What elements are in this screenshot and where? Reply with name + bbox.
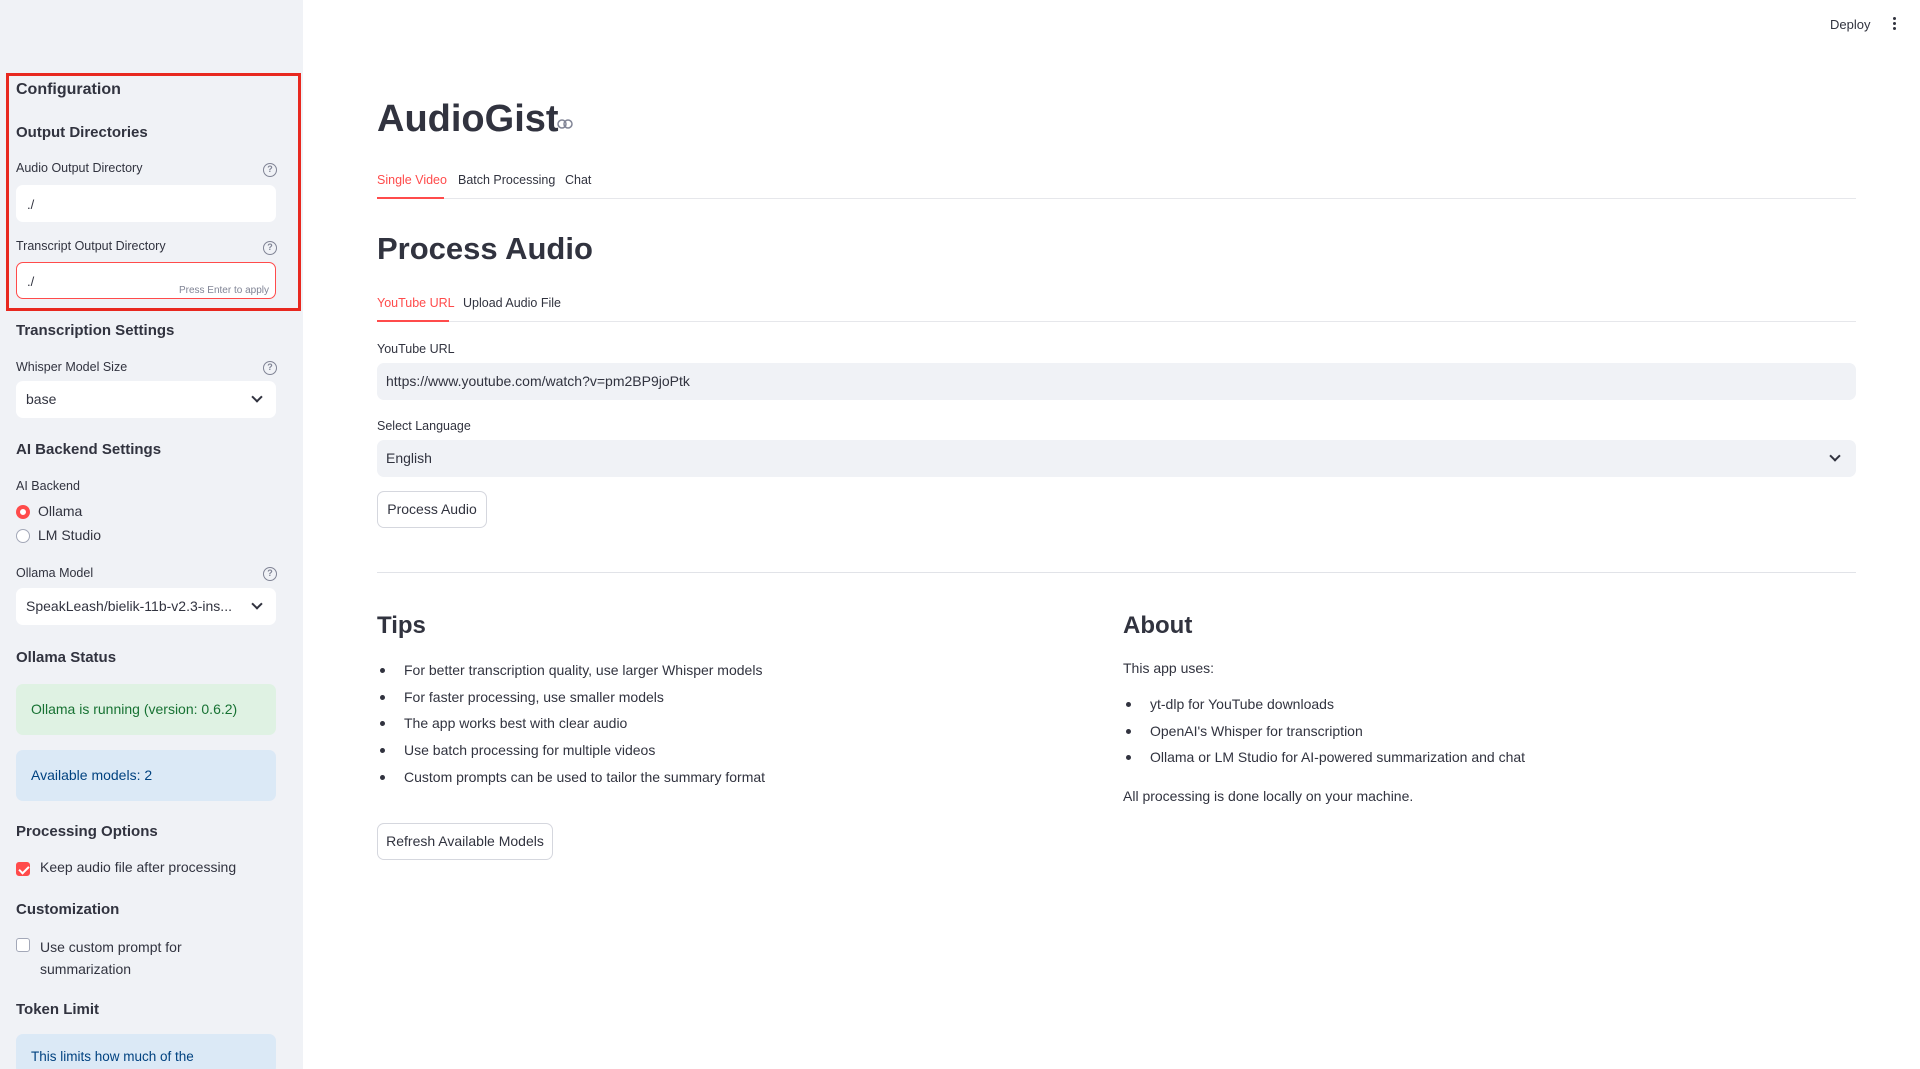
tab-divider bbox=[377, 198, 1856, 199]
subtab-divider bbox=[377, 321, 1856, 322]
processing-heading: Processing Options bbox=[16, 823, 158, 840]
token-limit-alert: This limits how much of the bbox=[16, 1034, 276, 1069]
about-heading: About bbox=[1123, 612, 1193, 639]
active-tab-indicator bbox=[377, 197, 444, 199]
custom-prompt-label[interactable]: Use custom prompt for summarization bbox=[40, 936, 182, 980]
subtab-youtube-url[interactable]: YouTube URL bbox=[377, 296, 455, 310]
radio-lm-studio[interactable] bbox=[16, 529, 30, 543]
available-models-alert: Available models: 2 bbox=[16, 750, 276, 801]
whisper-select[interactable]: base bbox=[16, 381, 276, 418]
help-icon[interactable]: ? bbox=[263, 567, 277, 581]
highlight-box bbox=[6, 73, 301, 311]
transcription-heading: Transcription Settings bbox=[16, 322, 175, 339]
ai-backend-heading: AI Backend Settings bbox=[16, 441, 162, 458]
tips-heading: Tips bbox=[377, 612, 426, 639]
process-audio-heading: Process Audio bbox=[377, 231, 593, 266]
youtube-url-label: YouTube URL bbox=[377, 342, 455, 356]
language-select[interactable]: English bbox=[377, 440, 1856, 477]
tab-chat[interactable]: Chat bbox=[565, 173, 591, 187]
list-item: For better transcription quality, use la… bbox=[377, 657, 1077, 684]
more-menu-icon[interactable] bbox=[1893, 17, 1897, 33]
ai-backend-label: AI Backend bbox=[16, 479, 80, 493]
help-icon[interactable]: ? bbox=[263, 361, 277, 375]
tab-single-video[interactable]: Single Video bbox=[377, 173, 447, 187]
list-item: Use batch processing for multiple videos bbox=[377, 737, 1077, 764]
tips-list: For better transcription quality, use la… bbox=[377, 657, 1077, 790]
link-icon[interactable] bbox=[557, 119, 573, 129]
radio-ollama[interactable] bbox=[16, 505, 30, 519]
ollama-model-label: Ollama Model bbox=[16, 566, 94, 580]
radio-ollama-label[interactable]: Ollama bbox=[38, 503, 82, 519]
whisper-label: Whisper Model Size bbox=[16, 360, 128, 374]
subtab-upload-audio[interactable]: Upload Audio File bbox=[463, 296, 561, 310]
custom-prompt-label-line2: summarization bbox=[40, 961, 132, 977]
list-item: Ollama or LM Studio for AI-powered summa… bbox=[1123, 744, 1823, 771]
refresh-models-button[interactable]: Refresh Available Models bbox=[377, 823, 553, 860]
ollama-status-heading: Ollama Status bbox=[16, 649, 117, 666]
sidebar: Configuration Output Directories Audio O… bbox=[0, 0, 303, 1069]
radio-lm-studio-label[interactable]: LM Studio bbox=[38, 527, 101, 543]
ollama-model-value: SpeakLeash/bielik-11b-v2.3-ins... bbox=[26, 598, 232, 614]
list-item: Custom prompts can be used to tailor the… bbox=[377, 764, 1077, 791]
youtube-url-input[interactable]: https://www.youtube.com/watch?v=pm2BP9jo… bbox=[377, 363, 1856, 400]
list-item: yt-dlp for YouTube downloads bbox=[1123, 691, 1823, 718]
ollama-running-alert: Ollama is running (version: 0.6.2) bbox=[16, 684, 276, 735]
custom-prompt-label-line1: Use custom prompt for bbox=[40, 939, 182, 955]
deploy-button[interactable]: Deploy bbox=[1830, 17, 1870, 32]
tab-batch-processing[interactable]: Batch Processing bbox=[458, 173, 555, 187]
token-limit-heading: Token Limit bbox=[16, 1001, 100, 1018]
keep-audio-checkbox[interactable] bbox=[16, 862, 30, 876]
page-title: AudioGist bbox=[377, 98, 559, 140]
list-item: The app works best with clear audio bbox=[377, 710, 1077, 737]
language-label: Select Language bbox=[377, 419, 471, 433]
language-value: English bbox=[386, 450, 432, 466]
custom-prompt-checkbox[interactable] bbox=[16, 938, 30, 952]
keep-audio-label[interactable]: Keep audio file after processing bbox=[40, 859, 236, 875]
whisper-value: base bbox=[26, 391, 57, 407]
list-item: For faster processing, use smaller model… bbox=[377, 684, 1077, 711]
about-list: yt-dlp for YouTube downloads OpenAI's Wh… bbox=[1123, 691, 1823, 771]
about-intro: This app uses: bbox=[1123, 660, 1215, 676]
active-subtab-indicator bbox=[377, 320, 449, 322]
customization-heading: Customization bbox=[16, 901, 120, 918]
ollama-model-select[interactable]: SpeakLeash/bielik-11b-v2.3-ins... bbox=[16, 588, 276, 625]
process-audio-button[interactable]: Process Audio bbox=[377, 491, 487, 528]
section-divider bbox=[377, 572, 1856, 573]
list-item: OpenAI's Whisper for transcription bbox=[1123, 718, 1823, 745]
about-footer: All processing is done locally on your m… bbox=[1123, 788, 1414, 804]
